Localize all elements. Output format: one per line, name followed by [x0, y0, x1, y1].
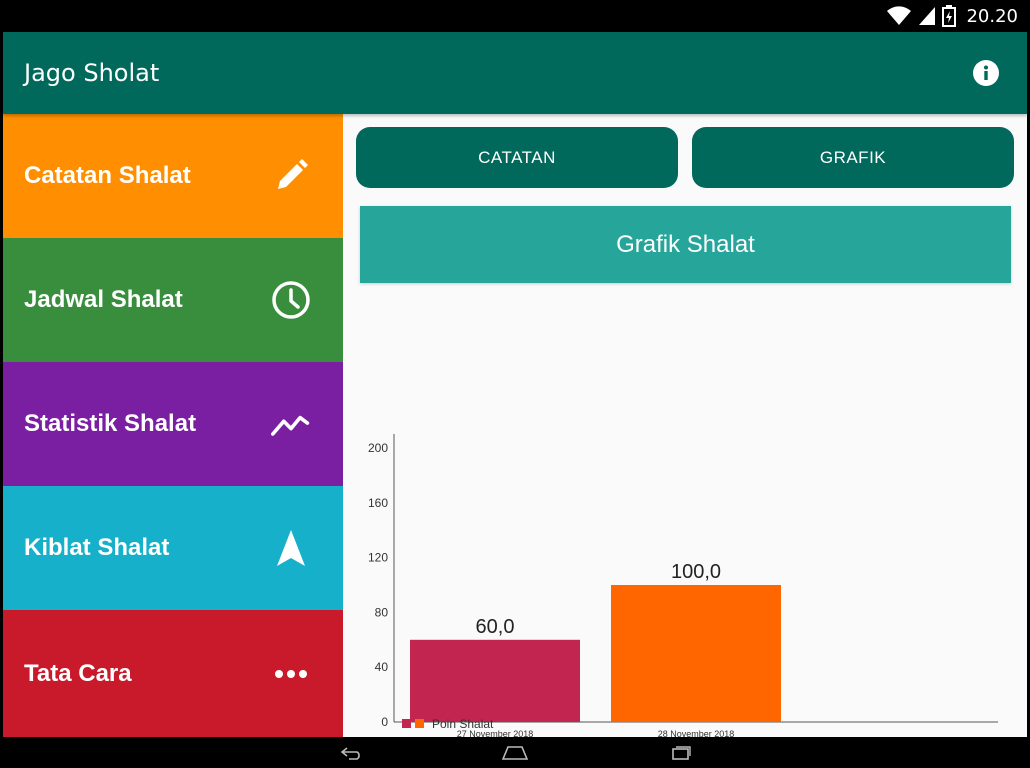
menu-item-statistik-shalat[interactable]: Statistik Shalat — [3, 362, 343, 486]
x-tick-label: 28 November 2018 — [658, 729, 735, 737]
signal-icon — [919, 7, 936, 25]
menu-item-label: Catatan Shalat — [24, 162, 191, 189]
status-bar: 20.20 — [0, 0, 1030, 32]
menu-item-catatan-shalat[interactable]: Catatan Shalat — [3, 114, 343, 238]
more-horiz-icon — [271, 654, 311, 694]
y-tick-label: 80 — [375, 605, 389, 619]
bar — [410, 639, 580, 722]
tab-grafik[interactable]: GRAFIK — [692, 127, 1014, 188]
menu-item-tata-cara[interactable]: Tata Cara — [3, 610, 343, 737]
wifi-icon — [887, 6, 912, 25]
tab-catatan[interactable]: CATATAN — [356, 127, 678, 188]
y-tick-label: 160 — [368, 496, 388, 510]
bar-chart: 0 40 80 120 160 200 60,0 27 November 2018 100,0 2… — [343, 304, 1027, 737]
status-time: 20.20 — [966, 5, 1018, 27]
y-tick-label: 200 — [368, 441, 388, 455]
legend-swatch — [402, 719, 411, 728]
menu-item-kiblat-shalat[interactable]: Kiblat Shalat — [3, 486, 343, 610]
y-tick-label: 40 — [375, 660, 389, 674]
app-window: Jago Sholat Catatan Shalat Jadwal Shalat — [3, 32, 1027, 737]
trending-icon — [271, 404, 311, 444]
main-menu: Catatan Shalat Jadwal Shalat Statistik S… — [3, 114, 343, 737]
chart-canvas: 0408012016020060,027 November 2018100,02… — [368, 434, 998, 737]
info-icon[interactable] — [973, 60, 999, 86]
navigation-arrow-icon — [271, 528, 311, 568]
status-icons: 20.20 — [886, 4, 1018, 28]
menu-item-label: Tata Cara — [24, 659, 132, 687]
y-tick-label: 120 — [368, 551, 388, 565]
recents-icon[interactable] — [660, 741, 700, 765]
menu-item-jadwal-shalat[interactable]: Jadwal Shalat — [3, 238, 343, 362]
home-icon[interactable] — [495, 741, 535, 765]
app-toolbar: Jago Sholat — [3, 32, 1027, 114]
battery-charging-icon — [942, 5, 957, 27]
navigation-bar — [0, 737, 1030, 768]
menu-item-label: Kiblat Shalat — [24, 534, 170, 561]
menu-item-label: Statistik Shalat — [24, 410, 197, 437]
back-icon[interactable] — [331, 741, 371, 765]
page-title: Grafik Shalat — [360, 206, 1011, 283]
data-label: 60,0 — [476, 616, 515, 638]
data-label: 100,0 — [671, 561, 721, 583]
legend-label: Poin Shalat — [432, 717, 494, 731]
clock-icon — [271, 280, 311, 320]
legend-swatch — [415, 719, 424, 728]
bar — [611, 585, 781, 722]
menu-item-label: Jadwal Shalat — [24, 286, 183, 313]
y-tick-label: 0 — [381, 715, 388, 729]
app-title: Jago Sholat — [24, 59, 160, 87]
content-panel: CATATAN GRAFIK Grafik Shalat 0 40 80 120 160… — [343, 114, 1027, 737]
pencil-icon — [271, 156, 311, 196]
